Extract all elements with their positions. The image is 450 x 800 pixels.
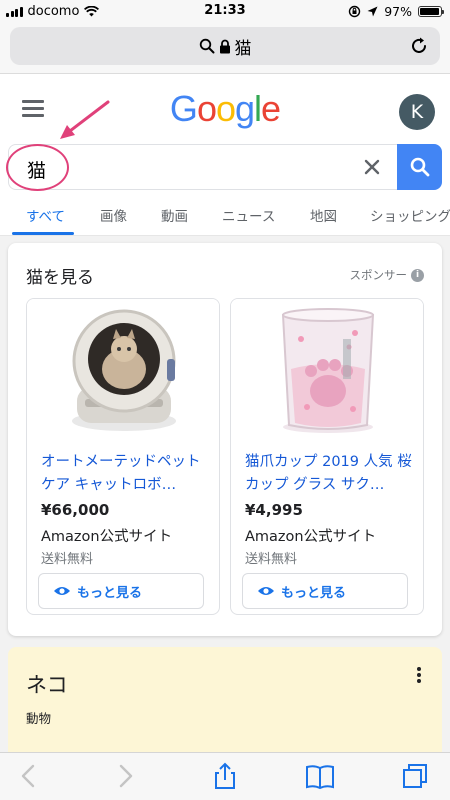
more-options-icon[interactable]: [416, 667, 422, 685]
location-icon: [367, 6, 378, 17]
see-more-button[interactable]: もっと見る: [38, 573, 204, 609]
lock-icon: [219, 39, 230, 53]
annotation-circle: [6, 144, 69, 191]
product-card[interactable]: 猫爪カップ 2019 人気 桜カップ グラス サク… ¥4,995 Amazon…: [230, 298, 424, 615]
tab-images[interactable]: 画像: [100, 205, 127, 225]
browser-address-area: 猫: [0, 22, 450, 74]
product-shipping: 送料無料: [41, 552, 94, 567]
sponsored-label[interactable]: スポンサー i: [349, 267, 424, 283]
eye-icon: [258, 587, 274, 595]
product-title-link[interactable]: オートメーテッドペットケア キャットロボ…: [41, 451, 211, 497]
status-right: 97%: [348, 4, 444, 19]
status-bar: docomo 21:33 97%: [0, 0, 450, 22]
tab-videos[interactable]: 動画: [161, 205, 188, 225]
browser-toolbar: [0, 752, 450, 800]
battery-percent: 97%: [384, 4, 412, 19]
clear-icon[interactable]: [362, 157, 382, 177]
product-seller: Amazon公式サイト: [245, 529, 377, 545]
orientation-lock-icon: [349, 5, 361, 18]
see-more-button[interactable]: もっと見る: [242, 573, 408, 609]
bookmarks-icon[interactable]: [305, 761, 335, 791]
logo-letter: G: [169, 88, 198, 129]
share-icon[interactable]: [210, 761, 240, 791]
back-icon[interactable]: [14, 761, 44, 791]
search-tabs: すべて 画像 動画 ニュース 地図 ショッピング: [0, 192, 450, 236]
product-seller: Amazon公式サイト: [41, 529, 173, 545]
reload-icon[interactable]: [408, 35, 430, 57]
forward-icon[interactable]: [110, 761, 140, 791]
knowledge-panel[interactable]: ネコ 動物: [8, 647, 442, 757]
tab-news[interactable]: ニュース: [222, 205, 275, 225]
address-text: 猫: [234, 38, 252, 59]
logo-letter: g: [235, 88, 255, 129]
tabs-icon[interactable]: [400, 761, 430, 791]
tab-all[interactable]: すべて: [26, 205, 65, 225]
info-icon[interactable]: i: [411, 268, 424, 282]
logo-letter: o: [196, 88, 217, 129]
knowledge-title: ネコ: [26, 673, 68, 697]
logo-letter: e: [261, 88, 281, 129]
product-image-litter-robot[interactable]: [27, 299, 220, 437]
product-image-cat-paw-cup[interactable]: [231, 299, 424, 437]
product-price: ¥4,995: [245, 501, 303, 519]
battery-icon: [418, 6, 444, 17]
search-button[interactable]: [397, 144, 442, 190]
logo-letter: o: [215, 88, 236, 129]
sponsored-text: スポンサー: [349, 268, 408, 282]
product-title-link[interactable]: 猫爪カップ 2019 人気 桜カップ グラス サク…: [245, 451, 415, 497]
product-shipping: 送料無料: [245, 552, 298, 567]
product-price: ¥66,000: [41, 501, 110, 519]
see-more-label: もっと見る: [77, 585, 143, 601]
annotation-arrow-icon: [60, 100, 110, 139]
address-bar[interactable]: 猫: [10, 27, 440, 65]
see-more-label: もっと見る: [281, 585, 347, 601]
logo-letter: l: [254, 88, 262, 129]
product-card[interactable]: オートメーテッドペットケア キャットロボ… ¥66,000 Amazon公式サイ…: [26, 298, 220, 615]
eye-icon: [54, 587, 70, 595]
tab-shopping[interactable]: ショッピング: [370, 205, 450, 225]
active-tab-indicator: [12, 232, 74, 235]
search-icon: [410, 157, 429, 177]
tab-maps[interactable]: 地図: [310, 205, 337, 225]
search-icon: [199, 38, 214, 54]
shopping-card: 猫を見る スポンサー i オートメーテッドペットケア キャットロボ… ¥66,0…: [8, 243, 442, 636]
shopping-title: 猫を見る: [26, 268, 94, 288]
knowledge-subtitle: 動物: [26, 711, 52, 726]
account-avatar[interactable]: K: [399, 94, 435, 130]
